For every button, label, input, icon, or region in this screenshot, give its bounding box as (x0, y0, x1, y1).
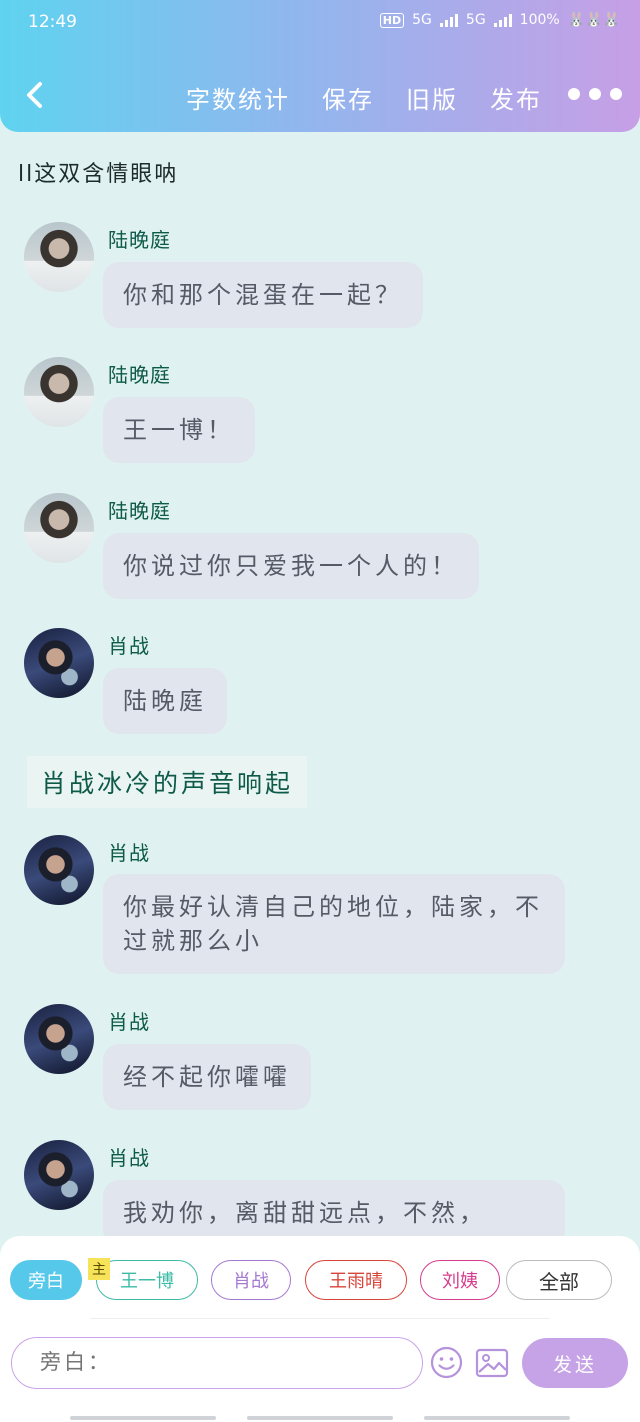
sender-name: 肖战 (108, 1010, 150, 1034)
image-icon[interactable] (475, 1348, 509, 1378)
signal-icon-2 (493, 13, 512, 27)
status-bar: 12:49 HD 5G 5G 100% 🐰🐰🐰 (28, 12, 620, 36)
old-version-button[interactable]: 旧版 (406, 80, 458, 115)
hd-icon: HD (379, 12, 405, 28)
divider (90, 1318, 550, 1319)
status-time: 12:49 (28, 12, 77, 32)
sim2-label: 5G (465, 12, 486, 28)
battery-level: 100% (519, 12, 560, 28)
avatar-xiao-zhan[interactable] (24, 835, 94, 905)
more-options-icon[interactable] (568, 88, 622, 100)
nav-gesture-bar[interactable] (70, 1416, 216, 1420)
main-character-badge: 主 (88, 1258, 110, 1280)
word-count-button[interactable]: 字数统计 (186, 80, 290, 115)
back-arrow-icon[interactable] (22, 80, 48, 110)
message-bubble[interactable]: 你说过你只爱我一个人的！ (103, 533, 479, 599)
emoji-icon[interactable] (430, 1346, 463, 1379)
signal-icon (439, 13, 458, 27)
role-chip-all[interactable]: 全部 (506, 1260, 612, 1300)
bunny-battery-icon: 🐰🐰🐰 (567, 12, 620, 28)
role-chip-xiao-zhan[interactable]: 肖战 (211, 1260, 291, 1300)
avatar-xiao-zhan[interactable] (24, 628, 94, 698)
message-input[interactable] (11, 1337, 423, 1389)
sender-name: 陆晚庭 (108, 228, 171, 252)
message-bubble[interactable]: 经不起你嚯嚯 (103, 1044, 311, 1110)
avatar-xiao-zhan[interactable] (24, 1140, 94, 1210)
app-header: 12:49 HD 5G 5G 100% 🐰🐰🐰 字数统计 保存 旧版 发布 (0, 0, 640, 132)
message-bubble[interactable]: 你和那个混蛋在一起？ (103, 262, 423, 328)
role-chip-narrator[interactable]: 旁白 (10, 1260, 82, 1300)
sender-name: 肖战 (108, 634, 150, 658)
avatar-xiao-zhan[interactable] (24, 1004, 94, 1074)
save-button[interactable]: 保存 (322, 80, 374, 115)
avatar-lu-wanting[interactable] (24, 357, 94, 427)
sim1-label: 5G (412, 12, 432, 28)
role-chip-liu-yi[interactable]: 刘姨 (420, 1260, 500, 1300)
role-chip-wang-yuqing[interactable]: 王雨晴 (305, 1260, 407, 1300)
nav-gesture-bar[interactable] (424, 1416, 570, 1420)
sender-name: 肖战 (108, 841, 150, 865)
sender-name: 陆晚庭 (108, 499, 171, 523)
sender-name: 陆晚庭 (108, 363, 171, 387)
message-bubble[interactable]: 你最好认清自己的地位，陆家，不过就那么小 (103, 874, 565, 974)
message-bubble[interactable]: 陆晚庭 (103, 668, 227, 734)
sender-name: 肖战 (108, 1146, 150, 1170)
avatar-lu-wanting[interactable] (24, 493, 94, 563)
composer-panel: 旁白 王一博 主 肖战 王雨晴 刘姨 全部 发送 (0, 1236, 640, 1422)
role-chip-wang-yibo[interactable]: 王一博 (96, 1260, 198, 1300)
publish-button[interactable]: 发布 (490, 80, 542, 115)
narration-line[interactable]: 肖战冰冷的声音响起 (27, 756, 308, 808)
send-button[interactable]: 发送 (522, 1338, 628, 1388)
nav-gesture-bar[interactable] (247, 1416, 393, 1420)
avatar-lu-wanting[interactable] (24, 222, 94, 292)
toolbar: 字数统计 保存 旧版 发布 (0, 74, 640, 118)
document-title[interactable]: ll这双含情眼呐 (18, 156, 178, 188)
message-bubble[interactable]: 王一博！ (103, 397, 255, 463)
